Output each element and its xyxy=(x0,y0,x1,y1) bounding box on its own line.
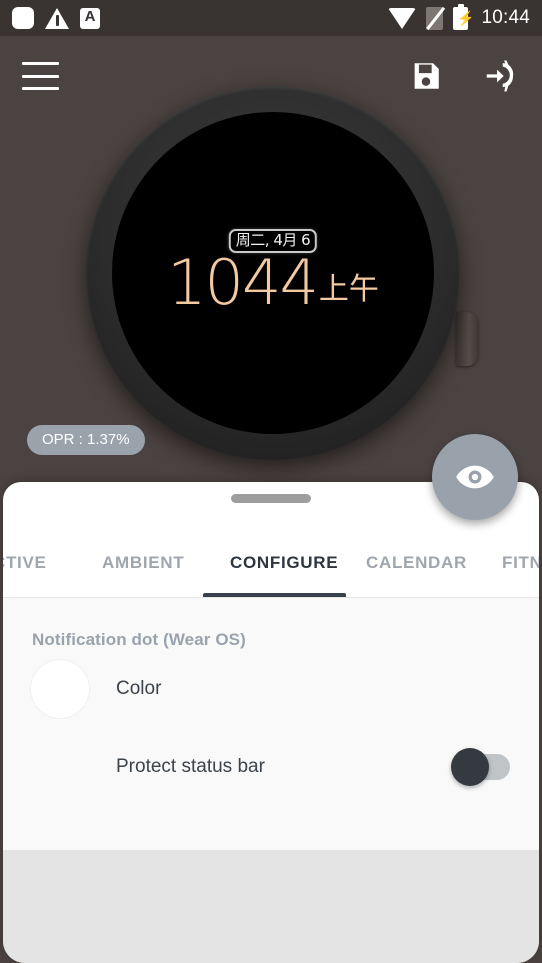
bottom-sheet: CTIVE AMBIENT CONFIGURE CALENDAR FITN No… xyxy=(3,482,539,963)
tab-bar: CTIVE AMBIENT CONFIGURE CALENDAR FITN xyxy=(3,529,539,598)
send-to-watch-icon[interactable] xyxy=(482,57,520,95)
status-bar: A ⚡ 10:44 xyxy=(0,0,542,36)
hamburger-menu-icon[interactable] xyxy=(22,62,59,90)
section-title-notification-dot: Notification dot (Wear OS) xyxy=(32,630,246,649)
watch-preview: 周二, 4月 6 1044 上午 xyxy=(0,82,542,482)
watch-crown-button xyxy=(456,312,478,366)
watch-body: 周二, 4月 6 1044 上午 xyxy=(86,86,460,460)
a-badge-icon: A xyxy=(80,7,100,29)
tab-active-indicator xyxy=(203,593,346,597)
watch-face-time: 1044 上午 xyxy=(167,252,379,314)
configure-panel: Notification dot (Wear OS) Color Protect… xyxy=(3,598,539,850)
preview-fab-button[interactable] xyxy=(432,434,518,520)
sheet-footer-area xyxy=(3,850,539,963)
hamburger-line xyxy=(22,74,59,78)
tab-configure[interactable]: CONFIGURE xyxy=(230,529,338,597)
watch-face[interactable]: 周二, 4月 6 1044 上午 xyxy=(112,112,434,434)
status-bar-left-icons: A xyxy=(12,7,100,29)
battery-charging-icon: ⚡ xyxy=(453,3,474,30)
row-label-protect-status-bar: Protect status bar xyxy=(116,756,265,777)
no-sim-icon xyxy=(426,6,444,30)
hamburger-line xyxy=(22,62,59,65)
tab-calendar[interactable]: CALENDAR xyxy=(366,529,467,597)
watch-face-time-digits: 1044 xyxy=(167,246,319,319)
status-bar-clock: 10:44 xyxy=(481,7,530,28)
row-protect-status-bar[interactable]: Protect status bar xyxy=(3,728,539,806)
opr-badge: OPR : 1.37% xyxy=(27,425,145,455)
wifi-icon xyxy=(388,7,417,29)
watch-face-meridiem: 上午 xyxy=(318,272,379,307)
toggle-thumb xyxy=(451,748,489,786)
app-bar xyxy=(0,36,542,116)
app-root: A ⚡ 10:44 周二, 4月 6 1044 上午 OPR: 1.37% T… xyxy=(0,0,542,963)
tab-active[interactable]: CTIVE xyxy=(3,529,47,597)
status-bar-right-icons: ⚡ 10:44 xyxy=(388,3,530,30)
eye-preview-icon xyxy=(456,465,494,489)
color-swatch-wrap xyxy=(3,660,116,718)
tab-fitness[interactable]: FITN xyxy=(502,529,539,597)
color-swatch[interactable] xyxy=(30,660,89,718)
warning-triangle-icon xyxy=(45,7,69,29)
row-label-color: Color xyxy=(116,678,162,699)
hamburger-line xyxy=(22,87,59,90)
row-color[interactable]: Color xyxy=(3,650,539,728)
protect-status-bar-toggle[interactable] xyxy=(451,748,510,786)
battery-bolt-glyph: ⚡ xyxy=(456,9,475,26)
floppy-disk-save-icon[interactable] xyxy=(409,59,443,93)
app-bar-actions xyxy=(409,57,520,95)
rounded-square-icon xyxy=(12,7,34,29)
tab-ambient[interactable]: AMBIENT xyxy=(102,529,184,597)
sheet-drag-handle[interactable] xyxy=(231,494,311,503)
